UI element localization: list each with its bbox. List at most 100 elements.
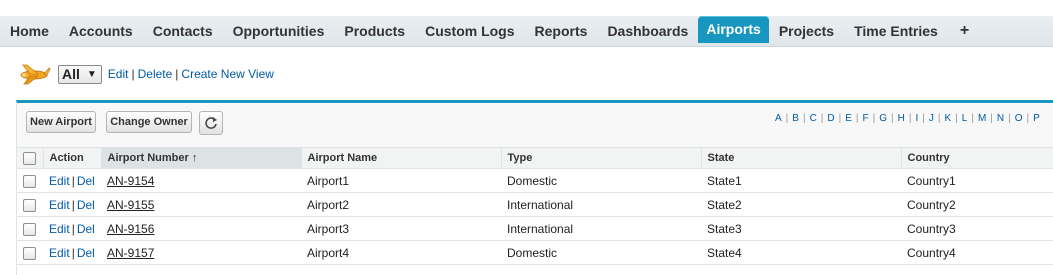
airport-number-link[interactable]: AN-9155 bbox=[107, 198, 154, 212]
alphabet-separator: | bbox=[1026, 113, 1030, 124]
table-row: Edit | Del AN-9157 Airport4 Domestic State4 Cou… bbox=[17, 240, 1053, 265]
alphabet-separator: | bbox=[891, 113, 894, 124]
airport-name-cell: Airport2 bbox=[301, 192, 501, 217]
airport-number-link[interactable]: AN-9157 bbox=[107, 246, 154, 260]
airport-table: Action Airport Number ↑ Airport Name Typ… bbox=[17, 147, 1053, 265]
row-select-cell bbox=[17, 240, 43, 265]
row-select-cell bbox=[17, 192, 43, 217]
state-cell: State1 bbox=[701, 168, 901, 193]
airplane-icon bbox=[20, 64, 51, 85]
change-owner-button[interactable]: Change Owner bbox=[106, 111, 192, 133]
top-strip bbox=[0, 0, 1053, 16]
tab-products[interactable]: Products bbox=[334, 16, 415, 46]
alphabet-separator: | bbox=[990, 113, 993, 124]
tab-projects[interactable]: Projects bbox=[769, 16, 844, 46]
row-actions: Edit | Del bbox=[43, 216, 101, 241]
table-row: Edit | Del AN-9155 Airport2 International Stat… bbox=[17, 192, 1053, 217]
tab-accounts[interactable]: Accounts bbox=[59, 16, 143, 46]
country-cell: Country4 bbox=[901, 240, 1053, 265]
type-cell: International bbox=[501, 192, 701, 217]
edit-link[interactable]: Edit bbox=[49, 246, 70, 260]
refresh-icon bbox=[205, 117, 217, 129]
airport-name-cell: Airport4 bbox=[301, 240, 501, 265]
airport-number-cell: AN-9155 bbox=[101, 192, 301, 217]
airport-number-link[interactable]: AN-9154 bbox=[107, 174, 154, 188]
alphabet-separator: | bbox=[937, 113, 941, 124]
alphabet-letter-i[interactable]: I bbox=[915, 113, 918, 124]
row-actions: Edit | Del bbox=[43, 240, 101, 265]
delete-link[interactable]: Del bbox=[77, 198, 95, 212]
add-tab-button[interactable]: + bbox=[948, 16, 981, 46]
alphabet-letter-a[interactable]: A bbox=[775, 113, 782, 124]
edit-link[interactable]: Edit bbox=[49, 174, 70, 188]
type-cell: International bbox=[501, 216, 701, 241]
alphabet-separator: | bbox=[785, 113, 789, 124]
alphabet-letter-h[interactable]: H bbox=[898, 113, 905, 124]
airport-name-cell: Airport3 bbox=[301, 216, 501, 241]
create-new-view-link[interactable]: Create New View bbox=[181, 67, 273, 81]
row-checkbox[interactable] bbox=[23, 222, 36, 236]
airport-number-cell: AN-9157 bbox=[101, 240, 301, 265]
alphabet-letter-b[interactable]: B bbox=[792, 113, 799, 124]
dropdown-arrow-icon: ▼ bbox=[86, 68, 97, 80]
tab-custom-logs[interactable]: Custom Logs bbox=[415, 16, 524, 46]
edit-view-link[interactable]: Edit bbox=[108, 67, 129, 81]
tab-reports[interactable]: Reports bbox=[525, 16, 598, 46]
alphabet-separator: | bbox=[922, 113, 925, 124]
alphabet-separator: | bbox=[872, 113, 876, 124]
delete-link[interactable]: Del bbox=[77, 246, 95, 260]
alphabet-letter-g[interactable]: G bbox=[879, 113, 887, 124]
column-header-airport-name[interactable]: Airport Name bbox=[300, 147, 501, 169]
view-select[interactable]: All ▼ bbox=[58, 64, 102, 84]
new-airport-button[interactable]: New Airport bbox=[26, 111, 96, 133]
delete-view-link[interactable]: Delete bbox=[138, 67, 173, 81]
alphabet-letter-l[interactable]: L bbox=[962, 113, 968, 124]
column-header-state[interactable]: State bbox=[700, 147, 901, 169]
tab-dashboards[interactable]: Dashboards bbox=[597, 16, 698, 46]
alphabet-letter-k[interactable]: K bbox=[944, 113, 951, 124]
tab-bar: Home Accounts Contacts Opportunities Pro… bbox=[0, 16, 1053, 47]
country-cell: Country2 bbox=[901, 192, 1053, 217]
tab-contacts[interactable]: Contacts bbox=[143, 16, 223, 46]
alphabet-letter-n[interactable]: N bbox=[997, 113, 1004, 124]
alphabet-letter-j[interactable]: J bbox=[929, 113, 934, 124]
alphabet-letter-o[interactable]: O bbox=[1015, 113, 1023, 124]
tab-airports[interactable]: Airports bbox=[698, 16, 769, 43]
row-checkbox[interactable] bbox=[23, 198, 36, 212]
alphabet-letter-c[interactable]: C bbox=[810, 113, 817, 124]
alphabet-separator: | bbox=[1008, 113, 1011, 124]
tab-opportunities[interactable]: Opportunities bbox=[223, 16, 335, 46]
tab-home[interactable]: Home bbox=[0, 16, 59, 46]
alphabet-letter-p[interactable]: P bbox=[1033, 113, 1040, 124]
row-select-cell bbox=[17, 168, 43, 193]
alphabet-separator: | bbox=[820, 113, 824, 124]
delete-link[interactable]: Del bbox=[77, 174, 95, 188]
edit-link[interactable]: Edit bbox=[49, 222, 70, 236]
column-header-country[interactable]: Country bbox=[900, 147, 1053, 169]
row-actions: Edit | Del bbox=[43, 192, 101, 217]
alphabet-separator: | bbox=[838, 113, 842, 124]
airport-number-link[interactable]: AN-9156 bbox=[107, 222, 154, 236]
select-all-cell bbox=[17, 147, 43, 169]
alphabet-separator: | bbox=[971, 113, 974, 124]
alphabet-filter: A | B | C | D | E | F | G | H | I | J | K | L | M | N | O | P bbox=[775, 113, 1040, 124]
row-checkbox[interactable] bbox=[23, 174, 36, 188]
delete-link[interactable]: Del bbox=[77, 222, 95, 236]
alphabet-letter-m[interactable]: M bbox=[978, 113, 986, 124]
alphabet-separator: | bbox=[908, 113, 912, 124]
airport-name-cell: Airport1 bbox=[301, 168, 501, 193]
state-cell: State4 bbox=[701, 240, 901, 265]
column-header-type[interactable]: Type bbox=[500, 147, 701, 169]
select-all-checkbox[interactable] bbox=[23, 151, 36, 165]
row-select-cell bbox=[17, 216, 43, 241]
alphabet-letter-d[interactable]: D bbox=[827, 113, 834, 124]
tab-time-entries[interactable]: Time Entries bbox=[844, 16, 948, 46]
row-checkbox[interactable] bbox=[23, 246, 36, 260]
column-header-airport-number[interactable]: Airport Number ↑ bbox=[100, 147, 301, 169]
edit-link[interactable]: Edit bbox=[49, 198, 70, 212]
refresh-button[interactable] bbox=[199, 111, 223, 135]
alphabet-letter-f[interactable]: F bbox=[863, 113, 869, 124]
view-links: Edit | Delete | Create New View bbox=[107, 67, 274, 81]
sort-ascending-icon: ↑ bbox=[191, 152, 198, 164]
alphabet-letter-e[interactable]: E bbox=[845, 113, 852, 124]
